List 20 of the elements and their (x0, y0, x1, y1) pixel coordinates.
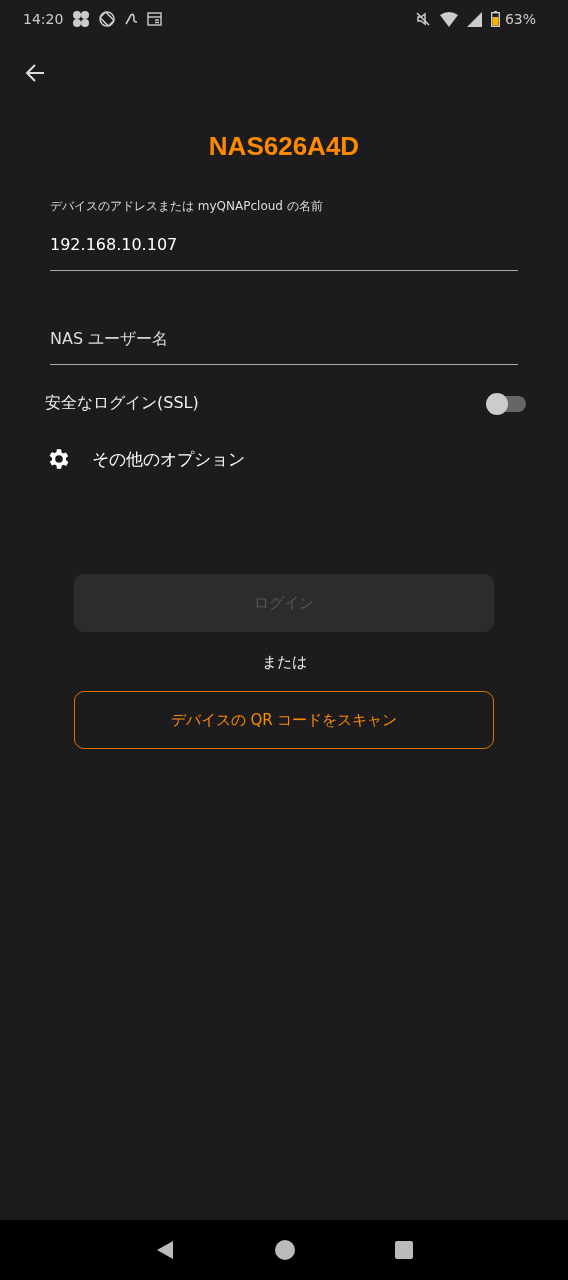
rotate-icon (99, 11, 116, 27)
battery-percent: 63% (504, 11, 536, 27)
address-field[interactable]: 192.168.10.107 (50, 235, 518, 271)
back-nav-icon[interactable] (155, 1240, 175, 1260)
scan-qr-button[interactable]: デバイスの QR コードをスキャン (74, 691, 494, 749)
signature-icon (124, 12, 139, 26)
mute-icon (414, 11, 431, 27)
battery-icon (490, 11, 500, 27)
or-text: または (261, 652, 307, 672)
device-title: NAS626A4D (207, 130, 361, 163)
fan-icon (72, 10, 91, 28)
wifi-icon (439, 11, 458, 27)
status-time: 14:20 (23, 11, 64, 27)
ssl-label: 安全なログイン(SSL) (45, 393, 199, 414)
home-nav-icon[interactable] (275, 1240, 295, 1260)
more-options-item[interactable]: その他のオプション (46, 446, 245, 472)
username-field[interactable]: NAS ユーザー名 (50, 329, 518, 365)
signal-icon (466, 11, 482, 27)
address-label: デバイスのアドレスまたは myQNAPcloud の名前 (50, 198, 324, 215)
calendar-icon (147, 12, 163, 26)
